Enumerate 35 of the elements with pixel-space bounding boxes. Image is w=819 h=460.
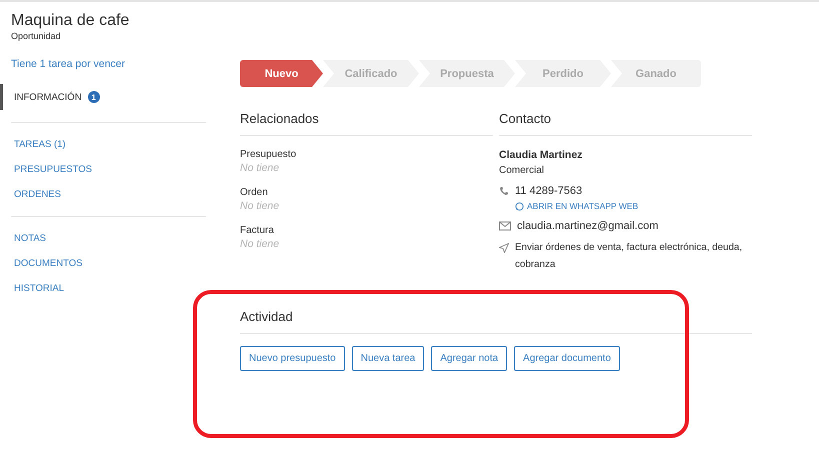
contact-name: Claudia Martinez (499, 149, 584, 161)
field-label: Presupuesto (240, 149, 298, 160)
contact-note: Enviar órdenes de venta, factura electrónica, deuda, cobranza (515, 241, 744, 272)
task-alert-link[interactable]: Tiene 1 tarea por vencer (0, 58, 206, 70)
field-label: Factura (240, 225, 275, 236)
page-subtitle: Oportunidad (10, 31, 62, 41)
stage-step[interactable]: Nuevo (240, 60, 323, 87)
section-heading: Relacionados (240, 111, 493, 136)
phone-icon (499, 186, 509, 196)
field-label: Orden (240, 187, 269, 198)
sidebar-item[interactable]: HISTORIAL (11, 277, 206, 300)
contact-email: claudia.martinez@gmail.com (517, 220, 658, 232)
sidebar-item[interactable]: DOCUMENTOS (11, 252, 206, 275)
section-heading: Contacto (499, 111, 752, 136)
action-button[interactable]: Agregar documento (514, 346, 620, 371)
sidebar-item[interactable]: TAREAS (1) (11, 133, 206, 156)
action-button[interactable]: Nuevo presupuesto (240, 346, 345, 371)
sidebar-item[interactable]: INFORMACIÓN 1 (0, 84, 206, 110)
phone-number: 11 4289-7563 (515, 185, 582, 197)
action-button[interactable]: Agregar nota (431, 346, 508, 371)
field-value: No tiene (240, 162, 280, 174)
paper-plane-icon (499, 243, 509, 253)
contact-role: Comercial (499, 165, 546, 176)
page-title: Maquina de cafe (10, 12, 130, 30)
sidebar-item[interactable]: NOTAS (11, 227, 206, 250)
chat-bubble-icon (515, 202, 524, 210)
field-value: No tiene (240, 238, 280, 250)
count-badge: 1 (88, 91, 100, 103)
sidebar-item[interactable]: PRESUPUESTOS (11, 158, 206, 181)
field-value: No tiene (240, 200, 280, 212)
whatsapp-link[interactable]: ABRIR EN WHATSAPP WEB (515, 201, 752, 211)
section-heading: Actividad (240, 309, 752, 334)
envelope-icon (499, 221, 511, 231)
sidebar-item[interactable]: ORDENES (11, 183, 206, 206)
action-button[interactable]: Nueva tarea (352, 346, 424, 371)
